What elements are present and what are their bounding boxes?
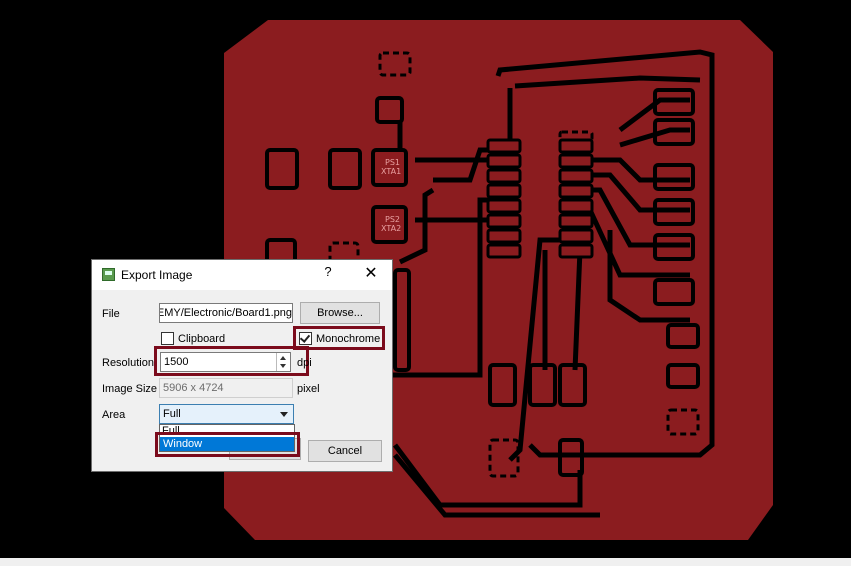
chevron-down-icon [280, 412, 288, 417]
browse-button[interactable]: Browse... [300, 302, 380, 324]
pad-sublabel-xta1: XTA1 [381, 167, 401, 176]
image-size-unit: pixel [297, 383, 320, 395]
area-select[interactable]: Full [159, 404, 294, 424]
dialog-titlebar: Export Image ? ✕ [92, 260, 392, 290]
resolution-spinner[interactable] [276, 353, 290, 371]
clipboard-checkbox[interactable] [161, 332, 174, 345]
close-button[interactable]: ✕ [357, 262, 385, 286]
check-icon [299, 332, 311, 343]
export-image-dialog: Export Image ? ✕ File EMY/Electronic/Boa… [91, 259, 393, 472]
bottom-scrollbar[interactable] [0, 558, 851, 566]
area-label: Area [102, 409, 126, 421]
file-label: File [102, 308, 120, 320]
cancel-button[interactable]: Cancel [308, 440, 382, 462]
file-path-input[interactable]: EMY/Electronic/Board1.png [159, 303, 293, 323]
resolution-label: Resolution [102, 357, 154, 369]
monochrome-checkbox[interactable] [299, 332, 312, 345]
monochrome-label: Monochrome [316, 333, 381, 345]
file-path-value: EMY/Electronic/Board1.png [159, 307, 292, 319]
pad-label-ps1: PS1 [385, 158, 400, 167]
spin-up-icon[interactable] [280, 356, 286, 360]
help-button[interactable]: ? [320, 264, 336, 279]
area-selected-value: Full [163, 408, 181, 420]
image-size-label: Image Size [102, 383, 158, 395]
app-icon [102, 268, 115, 281]
spin-down-icon[interactable] [280, 364, 286, 368]
dialog-title: Export Image [121, 268, 193, 282]
resolution-unit: dpi [297, 357, 312, 369]
image-size-value: 5906 x 4724 [159, 378, 293, 398]
window-option-highlight [155, 432, 300, 457]
clipboard-label: Clipboard [178, 333, 226, 345]
resolution-input[interactable]: 1500 [160, 352, 291, 372]
pad-sublabel-xta2: XTA2 [381, 224, 401, 233]
pad-label-ps2: PS2 [385, 215, 400, 224]
resolution-value: 1500 [164, 356, 189, 368]
